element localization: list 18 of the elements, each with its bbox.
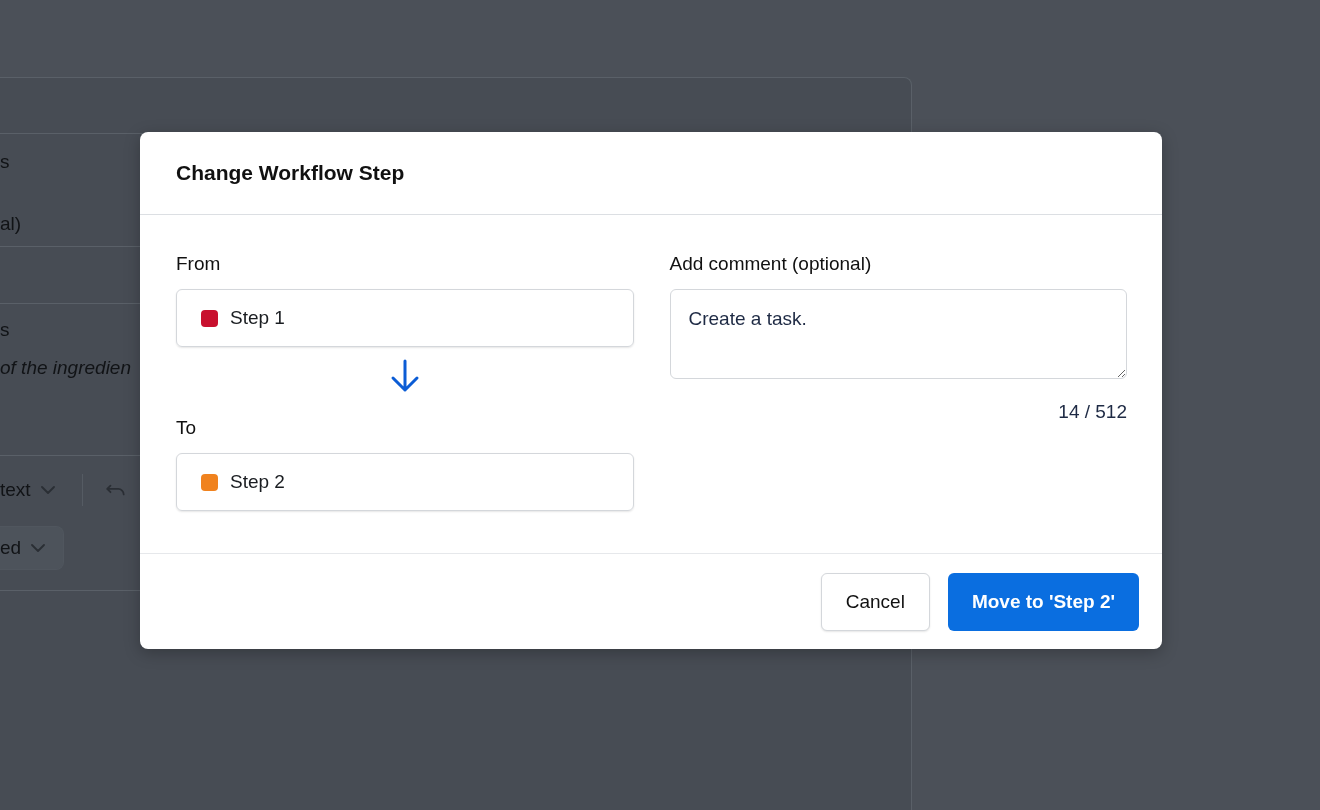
step-field[interactable]: Step 1 — [176, 289, 634, 347]
move-button[interactable]: Move to 'Step 2' — [947, 572, 1139, 631]
step-name: Step 2 — [230, 471, 285, 493]
field-label: To — [176, 417, 197, 439]
field-label: s — [0, 150, 10, 174]
field-label: Add comment (optional) — [669, 253, 872, 275]
character-counter: 14 / 512 — [1058, 401, 1127, 423]
chevron-down-icon — [40, 486, 55, 494]
cancel-button[interactable]: Cancel — [820, 572, 930, 631]
chevron-down-icon — [31, 544, 46, 552]
field-hint: of the ingredien — [0, 356, 131, 380]
dialog-title: Change Workflow Step — [176, 161, 405, 185]
comment-field[interactable]: Create a task. — [669, 289, 1127, 379]
field-value: al) — [0, 212, 22, 236]
step-field[interactable]: Step 2 — [176, 453, 634, 511]
field-label: s — [0, 318, 10, 342]
field-label: From — [176, 253, 221, 275]
step-name: Step 1 — [230, 307, 285, 329]
